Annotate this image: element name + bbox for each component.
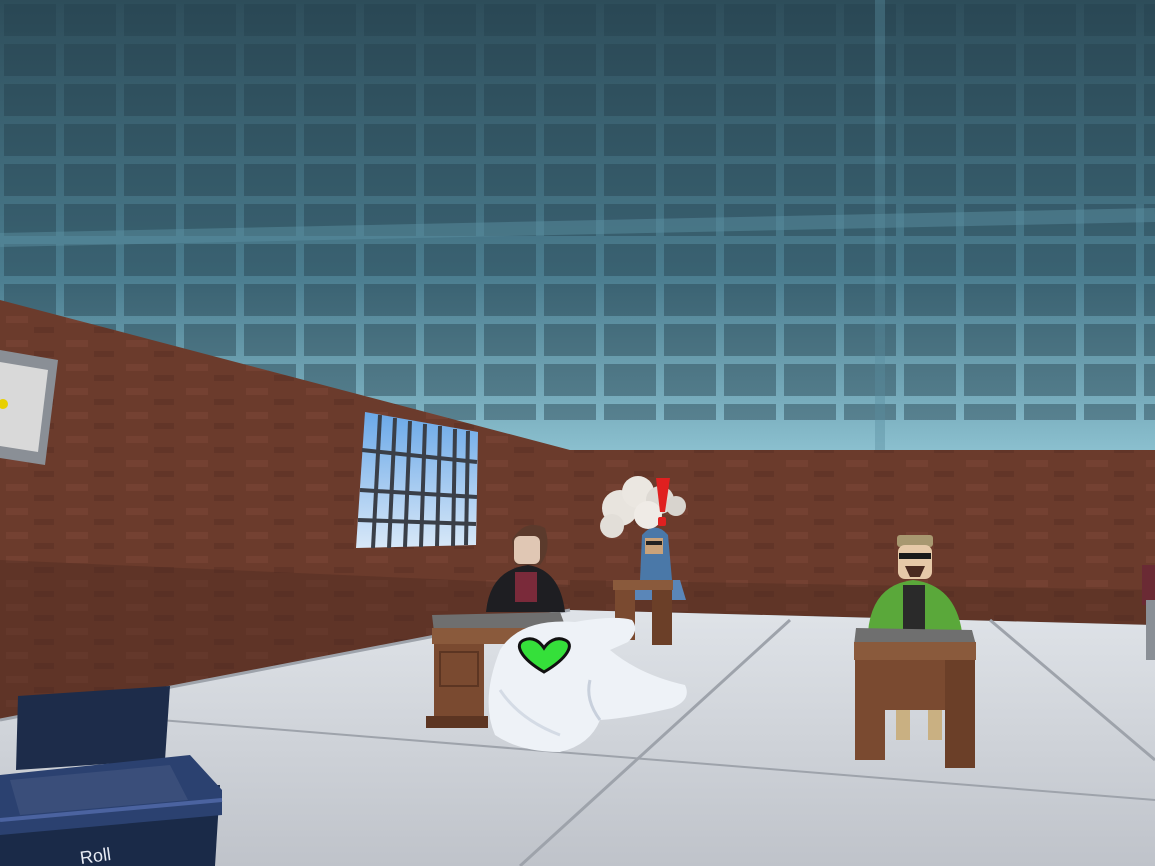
hud-bin-label: Roll xyxy=(78,843,113,866)
window xyxy=(356,412,478,549)
classroom-scene: Roll xyxy=(0,0,1155,866)
scene-canvas xyxy=(0,0,1155,866)
